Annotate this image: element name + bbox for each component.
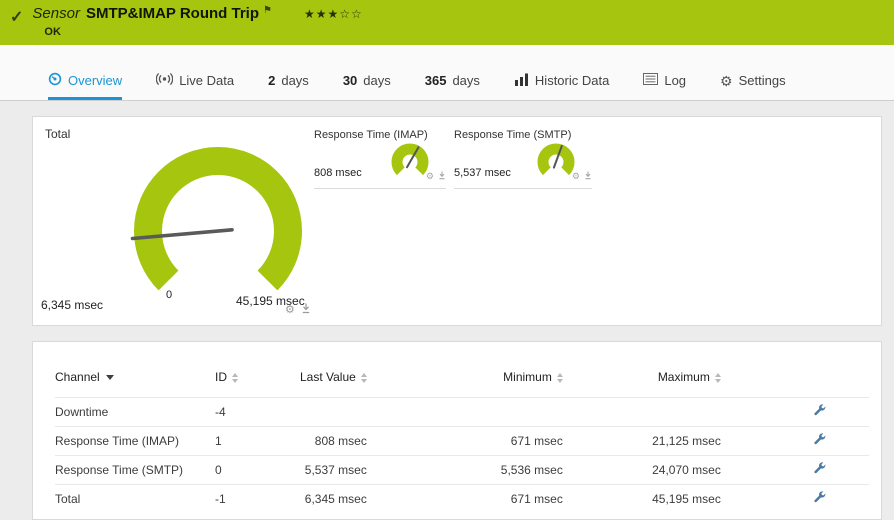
tab-2-days-number: 2 — [268, 73, 276, 88]
tab-historic-data[interactable]: Historic Data — [514, 64, 609, 100]
sensor-title: SMTP&IMAP Round Trip — [85, 5, 259, 22]
priority-stars[interactable]: ★★★☆☆ — [304, 7, 363, 21]
cell-id: 1 — [215, 426, 300, 456]
tab-30-days-label: days — [363, 73, 391, 88]
tab-30-days-number: 30 — [342, 73, 358, 88]
total-gauge-gear-icon[interactable]: ⚙ — [285, 304, 295, 316]
tab-overview-label: Overview — [68, 73, 123, 88]
column-header-minimum[interactable]: Minimum — [367, 362, 563, 398]
channel-table: Channel ID Last Value Minimum Maximum Do… — [55, 362, 869, 513]
tab-historic-data-label: Historic Data — [534, 73, 610, 88]
cell-minimum — [366, 397, 563, 427]
total-gauge-pin-icon[interactable] — [301, 301, 311, 319]
tab-30-days[interactable]: 30 days — [343, 64, 391, 100]
channel-settings-wrench-icon[interactable] — [814, 433, 827, 449]
gear-icon: ⚙ — [720, 72, 733, 89]
cell-channel: Response Time (IMAP) — [55, 426, 215, 456]
stars-filled[interactable]: ★★★ — [304, 7, 339, 21]
gauges-panel: Total 6,345 msec 0 45,195 msec ⚙ Respons… — [32, 116, 882, 326]
tab-log-label: Log — [664, 73, 687, 88]
tab-365-days-label: days — [452, 73, 480, 88]
cell-id: 0 — [215, 455, 300, 485]
total-gauge-label: Total — [45, 127, 71, 141]
table-row-downtime[interactable]: Downtime -4 — [55, 397, 869, 427]
sensor-header: ✓ Sensor SMTP&IMAP Round Trip ⚑ ★★★☆☆ OK — [0, 0, 894, 45]
log-list-icon — [643, 73, 659, 88]
table-header-row: Channel ID Last Value Minimum Maximum — [55, 362, 869, 398]
status-ok-check-icon: ✓ — [10, 9, 24, 26]
imap-gauge-value: 808 msec — [314, 167, 362, 179]
imap-gauge-block: Response Time (IMAP) 808 msec ⚙ — [314, 129, 446, 189]
cell-channel: Downtime — [55, 397, 215, 427]
total-gauge — [130, 147, 302, 291]
channels-panel: Channel ID Last Value Minimum Maximum Do… — [32, 341, 882, 520]
cell-id: -4 — [215, 397, 300, 427]
tab-365-days-number: 365 — [424, 73, 447, 88]
tab-settings[interactable]: ⚙ Settings — [720, 64, 786, 100]
tab-live-data-label: Live Data — [179, 73, 235, 88]
main-content: Total 6,345 msec 0 45,195 msec ⚙ Respons… — [0, 101, 894, 520]
cell-last-value — [300, 397, 367, 427]
tab-2-days-label: days — [281, 73, 309, 88]
tab-log[interactable]: Log — [643, 64, 686, 100]
channel-settings-wrench-icon[interactable] — [814, 491, 827, 507]
cell-last-value: 5,537 msec — [300, 455, 367, 485]
column-header-id[interactable]: ID — [215, 362, 300, 398]
cell-maximum: 21,125 msec — [562, 426, 721, 456]
overview-icon — [48, 72, 62, 89]
cell-minimum: 671 msec — [366, 426, 563, 456]
sort-icon[interactable] — [360, 372, 367, 383]
total-gauge-value: 6,345 msec — [41, 298, 104, 312]
column-header-actions — [721, 362, 869, 398]
flag-icon[interactable]: ⚑ — [263, 5, 272, 16]
cell-channel: Response Time (SMTP) — [55, 455, 215, 485]
bar-chart-icon — [514, 73, 529, 89]
tab-live-data[interactable]: Live Data — [155, 64, 235, 100]
sensor-title-block: Sensor SMTP&IMAP Round Trip ⚑ ★★★☆☆ OK — [32, 5, 362, 38]
cell-minimum: 5,536 msec — [366, 455, 563, 485]
imap-gauge-label: Response Time (IMAP) — [314, 129, 428, 141]
sort-icon[interactable] — [232, 372, 238, 383]
cell-maximum: 24,070 msec — [562, 455, 721, 485]
total-gauge-scale-min: 0 — [166, 289, 173, 301]
cell-last-value: 808 msec — [300, 426, 367, 456]
smtp-gauge-block: Response Time (SMTP) 5,537 msec ⚙ — [454, 129, 592, 189]
channel-settings-wrench-icon[interactable] — [814, 462, 827, 478]
smtp-gauge-pin-icon[interactable] — [584, 167, 592, 185]
smtp-gauge-label: Response Time (SMTP) — [454, 129, 572, 141]
cell-maximum — [562, 397, 721, 427]
smtp-gauge-value: 5,537 msec — [454, 167, 511, 179]
sort-desc-icon[interactable] — [105, 375, 114, 381]
smtp-gauge-gear-icon[interactable]: ⚙ — [572, 171, 580, 181]
status-badge: OK — [44, 26, 61, 38]
imap-gauge-gear-icon[interactable]: ⚙ — [426, 171, 434, 181]
sort-icon[interactable] — [714, 372, 721, 383]
column-header-maximum[interactable]: Maximum — [563, 362, 721, 398]
tab-365-days[interactable]: 365 days — [425, 64, 480, 100]
sensor-kind-label: Sensor — [32, 5, 80, 22]
tab-2-days[interactable]: 2 days — [268, 64, 309, 100]
imap-gauge-pin-icon[interactable] — [438, 167, 446, 185]
channel-settings-wrench-icon[interactable] — [814, 404, 827, 420]
table-row-imap[interactable]: Response Time (IMAP) 1 808 msec 671 msec… — [55, 426, 869, 456]
tab-settings-label: Settings — [738, 73, 786, 88]
live-data-icon — [155, 72, 174, 89]
tab-bar: Overview Live Data 2 days 30 days 365 da… — [0, 45, 894, 101]
table-row-smtp[interactable]: Response Time (SMTP) 0 5,537 msec 5,536 … — [55, 455, 869, 485]
sort-icon[interactable] — [556, 372, 563, 383]
stars-empty[interactable]: ☆☆ — [339, 7, 363, 21]
column-header-last-value[interactable]: Last Value — [300, 362, 367, 398]
column-header-channel[interactable]: Channel — [55, 362, 215, 398]
tab-overview[interactable]: Overview — [48, 64, 123, 100]
